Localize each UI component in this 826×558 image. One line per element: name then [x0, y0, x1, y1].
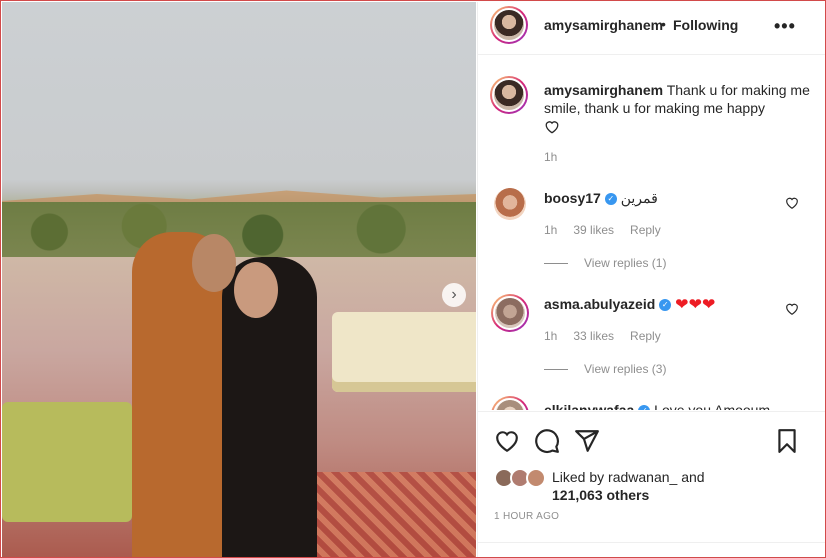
photo-palm-trees — [2, 202, 476, 262]
heart-icon[interactable] — [785, 196, 799, 210]
view-replies-button[interactable]: View replies (1) — [544, 256, 666, 270]
header-separator: • — [661, 16, 666, 32]
liker-avatar[interactable] — [526, 468, 546, 488]
commenter-avatar[interactable] — [491, 396, 529, 410]
post-actions-bar — [478, 411, 825, 461]
post-header: amysamirghanem • Following ••• — [478, 2, 825, 55]
comment-body: Love you Amooum — [654, 402, 771, 410]
comment-text: elkilanywafaa ✓ Love you Amooum — [544, 401, 770, 410]
following-button[interactable]: Following — [673, 17, 738, 33]
chevron-right-icon: › — [451, 286, 457, 303]
comment-time: 1h — [544, 329, 558, 343]
comment-username[interactable]: boosy17 — [544, 190, 601, 206]
view-replies-button[interactable]: View replies (3) — [544, 362, 666, 376]
liked-by-conj: and — [681, 469, 705, 485]
verified-badge-icon: ✓ — [638, 405, 651, 410]
view-replies-label: View replies (3) — [584, 362, 667, 376]
red-hearts-emoji: ❤❤❤ — [675, 296, 716, 314]
comment-username[interactable]: asma.abulyazeid — [544, 296, 655, 312]
author-avatar[interactable] — [490, 6, 528, 44]
heart-icon[interactable] — [494, 428, 520, 454]
more-options-icon[interactable]: ••• — [774, 16, 796, 37]
liked-by-prefix: Liked by — [552, 469, 605, 485]
share-icon[interactable] — [574, 428, 600, 454]
bookmark-icon[interactable] — [774, 428, 800, 454]
post-side-panel: amysamirghanem • Following ••• amysamirg… — [477, 2, 825, 557]
comment-likes[interactable]: 39 likes — [573, 223, 614, 237]
liked-by-text: Liked by radwanan_ and 121,063 others — [552, 468, 705, 504]
caption: amysamirghanem Thank u for making me smi… — [544, 81, 814, 138]
verified-badge-icon: ✓ — [659, 299, 672, 312]
comment-text: asma.abulyazeid ✓ ❤❤❤ — [544, 295, 715, 314]
comment-meta: 1h 33 likes Reply — [544, 329, 661, 343]
likes-summary: Liked by radwanan_ and 121,063 others — [478, 464, 825, 504]
caption-avatar[interactable] — [490, 76, 528, 114]
photo-rug — [302, 472, 476, 557]
author-username[interactable]: amysamirghanem — [544, 17, 663, 33]
instagram-post-window: › amysamirghanem • Following ••• amysami… — [0, 0, 826, 558]
comment-time: 1h — [544, 223, 558, 237]
post-photo[interactable]: › — [2, 2, 476, 557]
comment-username[interactable]: elkilanywafaa — [544, 402, 634, 410]
photo-man-head — [192, 234, 236, 292]
photo-sofa — [332, 312, 476, 392]
comment-body: قمرين — [620, 190, 658, 206]
comment-meta: 1h 39 likes Reply — [544, 223, 661, 237]
caption-time: 1h — [544, 150, 558, 164]
reply-button[interactable]: Reply — [630, 329, 661, 343]
likes-count[interactable]: 121,063 others — [552, 487, 649, 503]
view-replies-label: View replies (1) — [584, 256, 667, 270]
replies-divider — [544, 368, 568, 370]
comments-section[interactable]: amysamirghanem Thank u for making me smi… — [478, 56, 825, 410]
add-comment-bar[interactable] — [478, 542, 825, 557]
comment-likes[interactable]: 33 likes — [573, 329, 614, 343]
comment-icon[interactable] — [534, 428, 560, 454]
photo-green-sofa — [2, 402, 132, 522]
verified-badge-icon: ✓ — [604, 193, 617, 206]
liked-by-user[interactable]: radwanan_ — [608, 469, 677, 485]
commenter-avatar[interactable] — [491, 294, 529, 332]
comment-text: boosy17 ✓ قمرين — [544, 189, 658, 207]
photo-woman-head — [234, 262, 278, 318]
reply-button[interactable]: Reply — [630, 223, 661, 237]
caption-username[interactable]: amysamirghanem — [544, 82, 663, 98]
heart-outline-icon — [545, 121, 559, 134]
heart-icon[interactable] — [785, 302, 799, 316]
replies-divider — [544, 262, 568, 264]
post-timestamp[interactable]: 1 HOUR AGO — [494, 511, 559, 522]
commenter-avatar[interactable] — [494, 188, 526, 220]
next-photo-button[interactable]: › — [442, 283, 466, 307]
